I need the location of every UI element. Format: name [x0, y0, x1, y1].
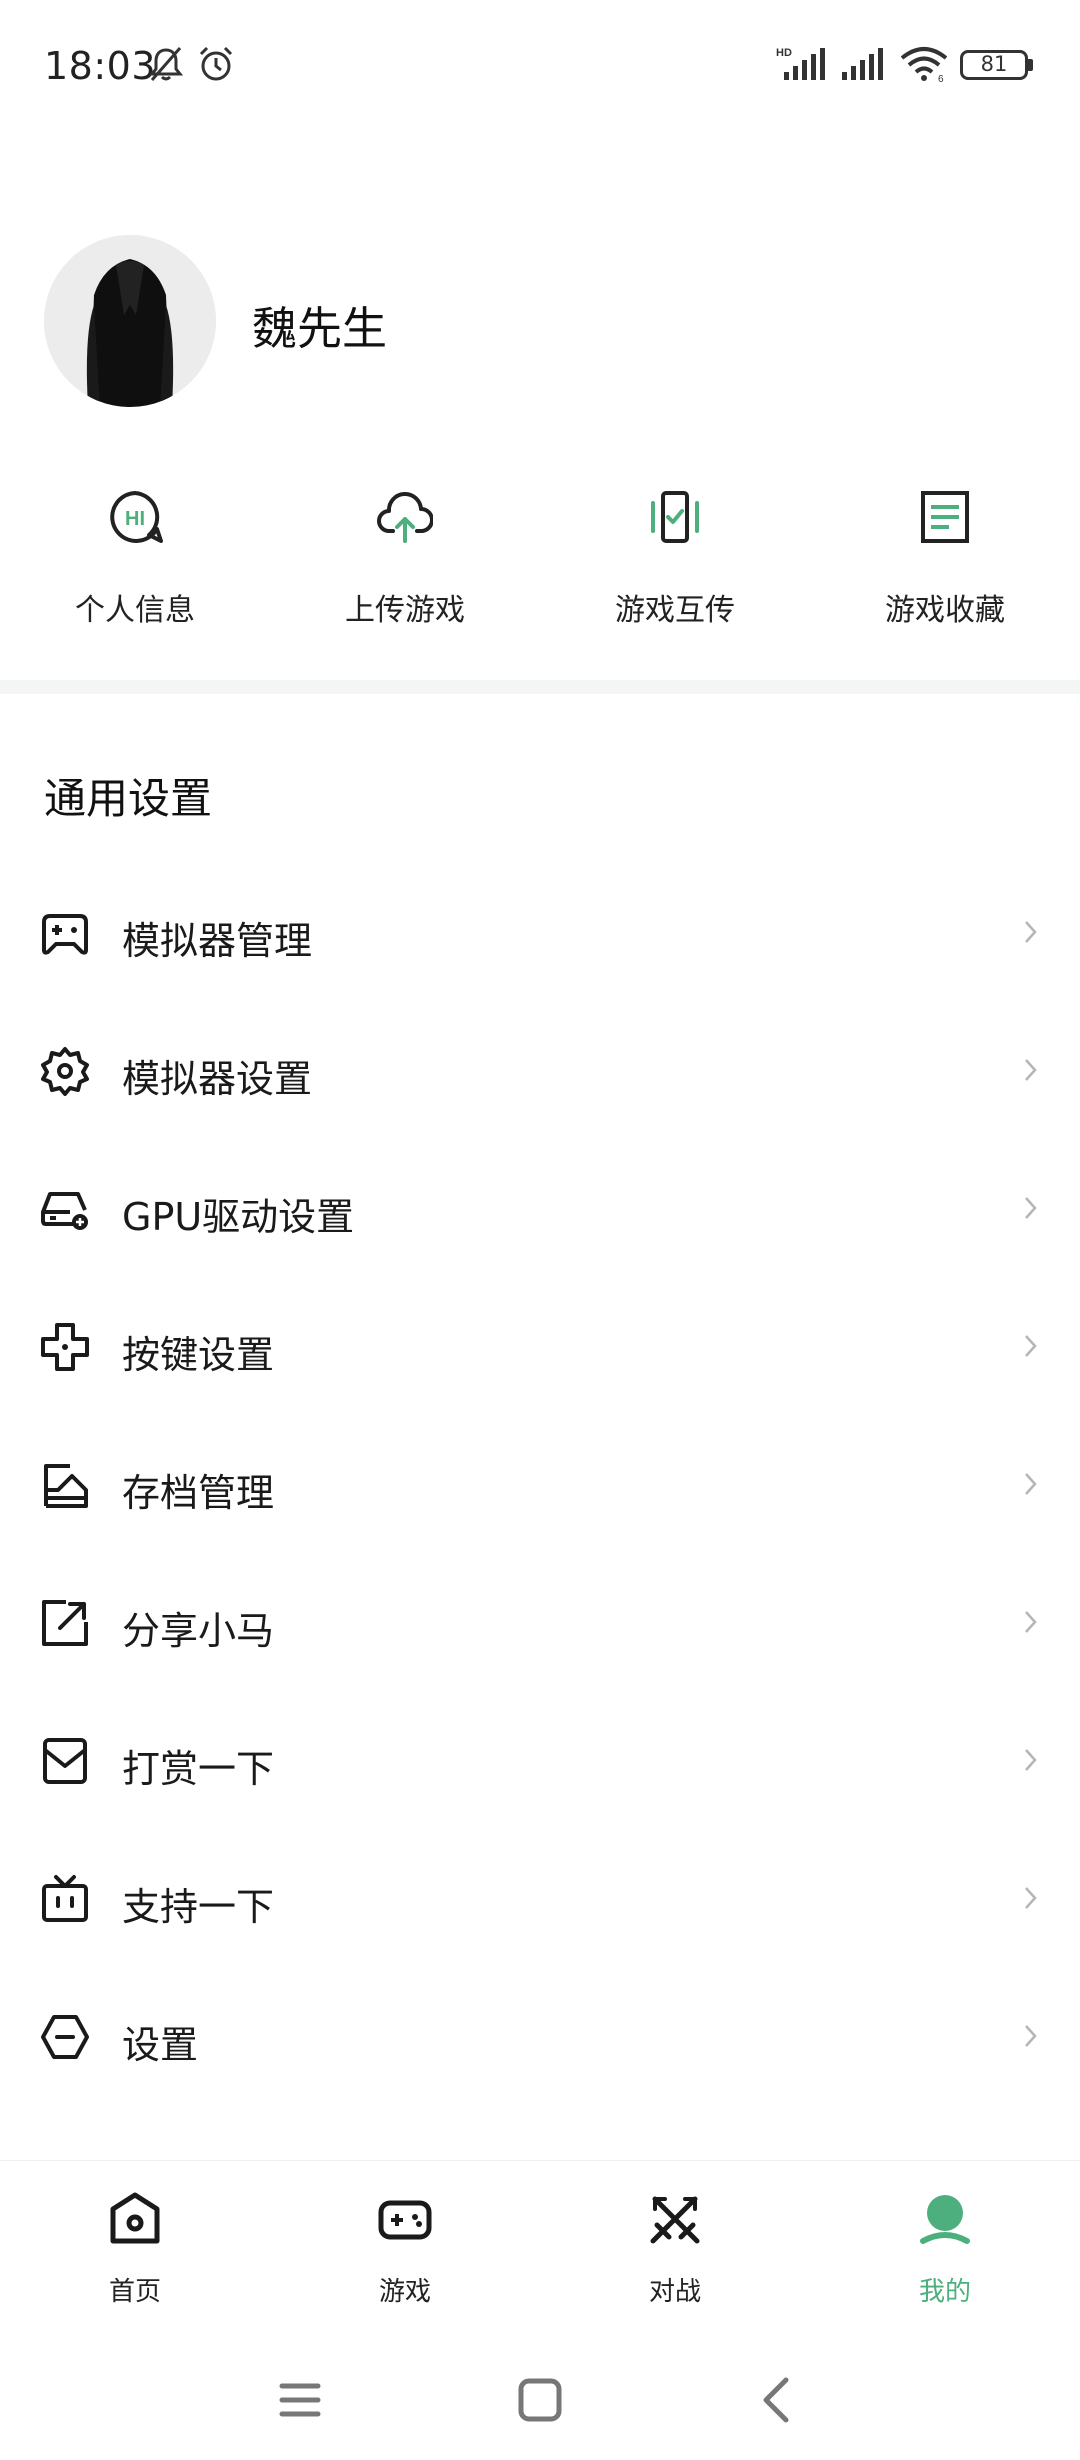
- menu-item-key-settings[interactable]: 按键设置: [0, 1276, 1080, 1414]
- menu-item-label: 模拟器设置: [122, 1057, 313, 1101]
- wifi-icon: 6: [900, 47, 948, 84]
- status-time: 18:03: [44, 44, 157, 88]
- menu-item-reward[interactable]: 打赏一下: [0, 1690, 1080, 1828]
- quick-action-label: 游戏收藏: [885, 593, 1005, 628]
- settings-hex-icon: [41, 2015, 89, 2059]
- quick-actions: HI 个人信息 上传游戏 游戏互传 游戏收藏: [0, 485, 1080, 635]
- drive-icon: [41, 1192, 88, 1230]
- chevron-right-icon: [1025, 1473, 1037, 1495]
- menu-icon[interactable]: [260, 2360, 340, 2440]
- nav-label: 对战: [648, 2277, 701, 2307]
- chevron-right-icon: [1025, 1335, 1037, 1357]
- menu-item-emulator-management[interactable]: 模拟器管理: [0, 862, 1080, 1000]
- archive-icon: [44, 1464, 88, 1508]
- svg-text:HD: HD: [776, 47, 792, 59]
- bottom-navigation: 首页 游戏 对战 我的: [0, 2160, 1080, 2310]
- chevron-right-icon: [1025, 1197, 1037, 1219]
- user-name[interactable]: 魏先生: [252, 292, 387, 357]
- gear-icon: [41, 1047, 89, 1096]
- battery-level: 81: [980, 52, 1008, 76]
- status-bar: 18:03 HD 6 81: [0, 0, 1080, 140]
- menu-item-gpu-driver-settings[interactable]: GPU驱动设置: [0, 1138, 1080, 1276]
- chevron-right-icon: [1025, 1059, 1037, 1081]
- nav-label: 首页: [108, 2277, 161, 2307]
- avatar[interactable]: [44, 235, 216, 407]
- menu-item-settings[interactable]: 设置: [0, 1966, 1080, 2104]
- chevron-right-icon: [1025, 1611, 1037, 1633]
- menu-item-label: 存档管理: [122, 1471, 275, 1515]
- menu-item-share[interactable]: 分享小马: [0, 1552, 1080, 1690]
- menu-item-emulator-settings[interactable]: 模拟器设置: [0, 1000, 1080, 1138]
- nav-mine[interactable]: 我的: [810, 2161, 1080, 2311]
- system-navigation-bar: [0, 2340, 1080, 2460]
- back-icon[interactable]: [738, 2360, 818, 2440]
- gamepad-icon: [378, 2200, 432, 2240]
- gamepad-icon: [42, 914, 88, 955]
- chevron-right-icon: [1025, 1749, 1037, 1771]
- quick-action-profile-info[interactable]: HI 个人信息: [0, 485, 270, 635]
- menu-item-label: 支持一下: [122, 1885, 275, 1929]
- cloud-upload-icon: [377, 492, 433, 543]
- phone-transfer-icon: [651, 491, 699, 543]
- quick-action-game-transfer[interactable]: 游戏互传: [540, 485, 810, 635]
- menu-item-label: 按键设置: [122, 1333, 275, 1377]
- nav-label: 我的: [918, 2277, 971, 2307]
- quick-action-label: 上传游戏: [345, 593, 465, 628]
- quick-action-upload-game[interactable]: 上传游戏: [270, 485, 540, 635]
- quick-action-label: 游戏互传: [615, 593, 735, 628]
- mute-bell-icon: [148, 47, 184, 81]
- battle-icon: [650, 2196, 700, 2244]
- profile-icon: [920, 2195, 970, 2244]
- hd-signal-icon: HD: [776, 47, 825, 80]
- reward-icon: [43, 1738, 87, 1784]
- menu-item-save-management[interactable]: 存档管理: [0, 1414, 1080, 1552]
- menu-item-label: 设置: [122, 2023, 199, 2067]
- chevron-right-icon: [1025, 2025, 1037, 2047]
- menu-item-label: GPU驱动设置: [122, 1195, 355, 1239]
- list-doc-icon: [921, 491, 969, 543]
- alarm-icon: [199, 46, 233, 81]
- chat-hi-icon: HI: [110, 491, 163, 543]
- quick-action-game-favorites[interactable]: 游戏收藏: [810, 485, 1080, 635]
- menu-item-label: 打赏一下: [122, 1747, 275, 1791]
- section-divider: [0, 680, 1080, 694]
- menu-item-support[interactable]: 支持一下: [0, 1828, 1080, 1966]
- nav-label: 游戏: [378, 2277, 431, 2307]
- section-title: 通用设置: [44, 774, 213, 823]
- chevron-right-icon: [1025, 921, 1037, 943]
- nav-home[interactable]: 首页: [0, 2161, 270, 2311]
- tv-icon: [42, 1875, 88, 1922]
- nav-battle[interactable]: 对战: [540, 2161, 810, 2311]
- svg-text:6: 6: [938, 74, 944, 84]
- signal-icon: [842, 48, 883, 80]
- dpad-icon: [41, 1323, 89, 1371]
- menu-item-label: 模拟器管理: [122, 919, 313, 963]
- home-icon: [110, 2192, 160, 2244]
- share-icon: [42, 1600, 88, 1646]
- chevron-right-icon: [1025, 1887, 1037, 1909]
- quick-action-label: 个人信息: [75, 593, 195, 628]
- battery-icon: 81: [960, 50, 1034, 80]
- svg-text:HI: HI: [125, 508, 145, 530]
- nav-games[interactable]: 游戏: [270, 2161, 540, 2311]
- home-button-icon[interactable]: [500, 2360, 580, 2440]
- menu-item-label: 分享小马: [122, 1609, 275, 1653]
